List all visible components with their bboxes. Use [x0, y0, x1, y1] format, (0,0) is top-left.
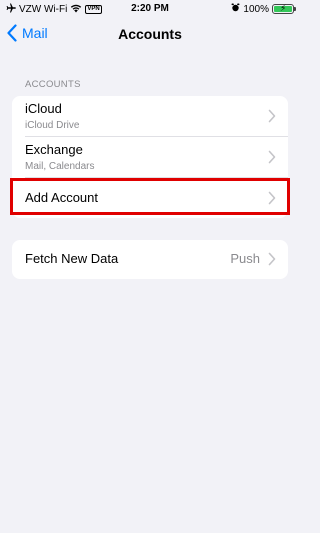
account-subtitle: Mail, Calendars	[25, 161, 95, 172]
battery-percent: 100%	[243, 3, 269, 15]
chevron-right-icon	[268, 191, 276, 205]
accounts-list: iCloud iCloud Drive Exchange Mail, Calen…	[12, 96, 288, 218]
navigation-bar: Mail Accounts	[0, 20, 300, 48]
account-row-exchange[interactable]: Exchange Mail, Calendars	[12, 137, 288, 178]
account-row-icloud[interactable]: iCloud iCloud Drive	[12, 96, 288, 137]
status-right: 100% ⚡	[231, 3, 296, 15]
fetch-mode-value: Push	[230, 251, 260, 266]
account-title: Exchange	[25, 142, 83, 157]
chevron-right-icon	[268, 109, 276, 123]
fetch-new-data-row[interactable]: Fetch New Data Push	[12, 240, 288, 279]
account-title: iCloud	[25, 101, 62, 116]
accounts-section-header: ACCOUNTS	[25, 79, 81, 90]
status-bar: VZW Wi-Fi VPN 2:20 PM 100% ⚡	[0, 0, 300, 20]
fetch-settings-group: Fetch New Data Push	[12, 240, 288, 279]
fetch-new-data-label: Fetch New Data	[25, 251, 119, 266]
account-subtitle: iCloud Drive	[25, 120, 80, 131]
add-account-label: Add Account	[25, 190, 98, 205]
battery-icon: ⚡	[272, 3, 296, 14]
page-title: Accounts	[118, 26, 182, 42]
alarm-icon	[231, 3, 240, 15]
add-account-row[interactable]: Add Account	[12, 178, 288, 218]
chevron-right-icon	[268, 150, 276, 164]
chevron-right-icon	[268, 252, 276, 266]
